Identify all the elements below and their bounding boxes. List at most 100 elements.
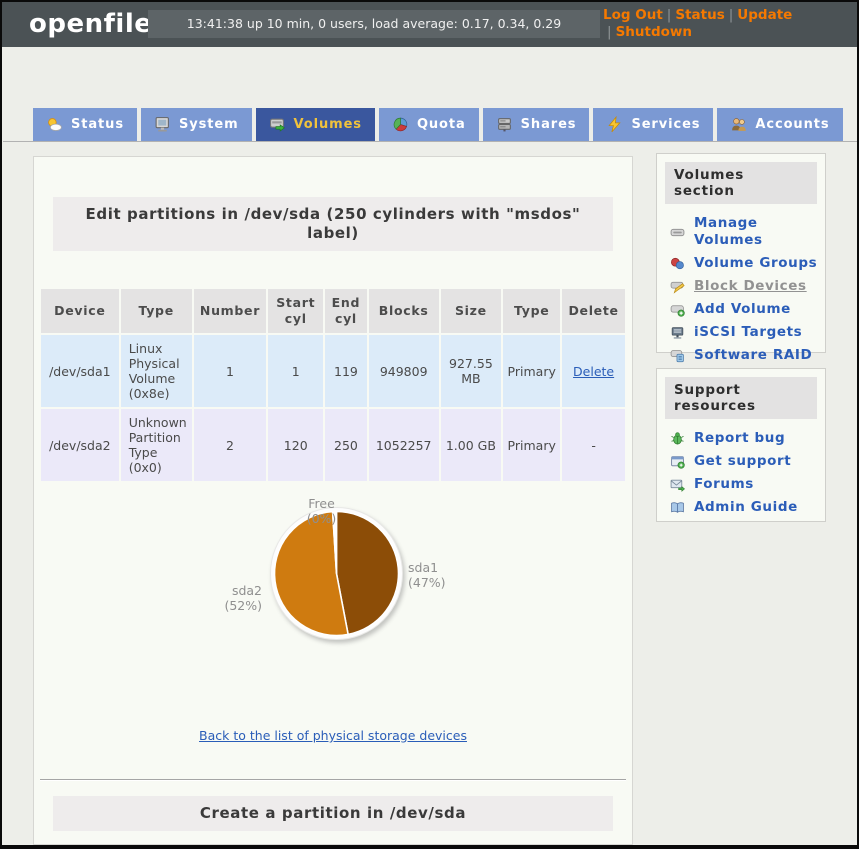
- sidebar-item-software-raid[interactable]: Software RAID: [657, 344, 825, 367]
- cell-size: 927.55 MB: [440, 335, 502, 407]
- cell-start-cyl: 120: [268, 409, 324, 481]
- quota-pie-icon: [392, 116, 409, 133]
- table-header-row: Device Type Number Start cyl End cyl Blo…: [41, 289, 625, 333]
- tab-underline: [3, 141, 857, 142]
- tab-services[interactable]: Services: [593, 108, 714, 141]
- envelope-icon: [670, 477, 685, 492]
- cell-ptype: Primary: [503, 335, 561, 407]
- shutdown-link[interactable]: Shutdown: [616, 24, 692, 40]
- sidebar-item-block-devices[interactable]: Block Devices: [657, 275, 825, 298]
- sidebar-item-manage-volumes[interactable]: Manage Volumes: [657, 212, 825, 252]
- pie-label-sda1: sda1 (47%): [408, 560, 478, 590]
- cell-delete: Delete: [562, 335, 625, 407]
- sidebar-item-volume-groups[interactable]: Volume Groups: [657, 252, 825, 275]
- cell-no-delete: -: [562, 409, 625, 481]
- shares-server-icon: [496, 116, 513, 133]
- pie-label-name: Free: [308, 496, 335, 511]
- sidebar-item-add-volume[interactable]: Add Volume: [657, 298, 825, 321]
- pie-label-pct: (47%): [408, 575, 446, 590]
- col-header-start-cyl: Start cyl: [268, 289, 324, 333]
- pie-label-name: sda1: [408, 560, 439, 575]
- tab-accounts[interactable]: Accounts: [717, 108, 843, 141]
- table-row-sda1: /dev/sda1 Linux Physical Volume (0x8e) 1…: [41, 335, 625, 407]
- delete-link[interactable]: Delete: [573, 364, 614, 379]
- main-panel: Edit partitions in /dev/sda (250 cylinde…: [33, 156, 633, 845]
- window-border-top: [0, 0, 859, 2]
- cell-device: /dev/sda1: [41, 335, 119, 407]
- support-resources-title: Support resources: [665, 377, 817, 419]
- pie-label-pct: (52%): [224, 598, 262, 613]
- topbar-links-row2: | Shutdown: [603, 24, 792, 41]
- sidebar-item-label: Volume Groups: [694, 255, 818, 271]
- back-to-devices-link[interactable]: Back to the list of physical storage dev…: [199, 728, 467, 743]
- volume-groups-icon: [670, 256, 685, 271]
- col-header-type: Type: [120, 289, 192, 333]
- edit-partitions-heading: Edit partitions in /dev/sda (250 cylinde…: [53, 197, 613, 251]
- separator: |: [728, 7, 734, 23]
- pie-label-name: sda2: [231, 583, 262, 598]
- accounts-people-icon: [730, 116, 747, 133]
- pie-slice-sda1: [335, 510, 400, 636]
- sidebar-item-iscsi-targets[interactable]: iSCSI Targets: [657, 321, 825, 344]
- sidebar-item-label: Forums: [694, 476, 754, 492]
- topbar-links-row1: Log Out | Status | Update: [603, 7, 792, 24]
- drive-green-arrow-icon: [269, 116, 286, 133]
- sidebar-item-label: Get support: [694, 453, 792, 469]
- sidebar-item-label: Software RAID: [694, 347, 813, 363]
- block-devices-pencil-icon: [670, 279, 685, 294]
- pie-label-sda2: sda2 (52%): [182, 583, 262, 613]
- status-link[interactable]: Status: [675, 7, 724, 23]
- col-header-end-cyl: End cyl: [325, 289, 367, 333]
- col-header-device: Device: [41, 289, 119, 333]
- update-link[interactable]: Update: [737, 7, 792, 23]
- tab-label: Quota: [416, 117, 466, 132]
- sidebar-item-report-bug[interactable]: Report bug: [657, 427, 825, 450]
- tab-label: System: [178, 117, 239, 132]
- disk-icon: [670, 225, 685, 240]
- weather-sun-cloud-icon: [46, 116, 63, 133]
- partitions-table: Device Type Number Start cyl End cyl Blo…: [39, 287, 627, 483]
- logout-link[interactable]: Log Out: [603, 7, 663, 23]
- separator: |: [607, 23, 612, 40]
- openfiler-app: openfiler 13:41:38 up 10 min, 0 users, l…: [0, 0, 859, 849]
- lightning-icon: [606, 116, 623, 133]
- back-link-row: Back to the list of physical storage dev…: [34, 728, 632, 743]
- book-icon: [670, 500, 685, 515]
- tab-bar: Status System Volumes Quota Shares Servi…: [33, 108, 843, 141]
- cell-end-cyl: 119: [325, 335, 367, 407]
- sidebar-item-label: Manage Volumes: [694, 215, 763, 248]
- sidebar-item-label: Report bug: [694, 430, 786, 446]
- section-divider: [40, 779, 626, 781]
- cell-blocks: 1052257: [368, 409, 439, 481]
- support-window-icon: [670, 454, 685, 469]
- software-raid-icon: [670, 348, 685, 363]
- tab-label: Services: [631, 117, 701, 132]
- cell-ptype: Primary: [503, 409, 561, 481]
- sidebar-item-forums[interactable]: Forums: [657, 473, 825, 496]
- tab-system[interactable]: System: [140, 108, 252, 141]
- sidebar-item-label: iSCSI Targets: [694, 324, 803, 340]
- sidebar-item-label: Add Volume: [694, 301, 791, 317]
- sidebar-item-admin-guide[interactable]: Admin Guide: [657, 496, 825, 519]
- create-partition-heading: Create a partition in /dev/sda: [53, 796, 613, 831]
- col-header-blocks: Blocks: [368, 289, 439, 333]
- cell-start-cyl: 1: [268, 335, 324, 407]
- cell-number: 2: [193, 409, 267, 481]
- openfiler-logo: openfiler: [29, 9, 166, 39]
- cell-type: Unknown Partition Type (0x0): [120, 409, 192, 481]
- iscsi-server-icon: [670, 325, 685, 340]
- monitor-icon: [154, 116, 171, 133]
- tab-label: Volumes: [293, 117, 362, 132]
- cell-size: 1.00 GB: [440, 409, 502, 481]
- tab-quota[interactable]: Quota: [378, 108, 479, 141]
- volumes-section-panel: Volumes section Manage Volumes Volume Gr…: [656, 153, 826, 363]
- col-header-size: Size: [440, 289, 502, 333]
- separator: |: [666, 7, 672, 23]
- sidebar-item-get-support[interactable]: Get support: [657, 450, 825, 473]
- sidebar-item-label: Block Devices: [694, 278, 807, 294]
- tab-volumes[interactable]: Volumes: [255, 108, 375, 141]
- tab-status[interactable]: Status: [33, 108, 137, 141]
- col-header-delete: Delete: [562, 289, 625, 333]
- window-border-left: [0, 0, 2, 849]
- tab-shares[interactable]: Shares: [482, 108, 590, 141]
